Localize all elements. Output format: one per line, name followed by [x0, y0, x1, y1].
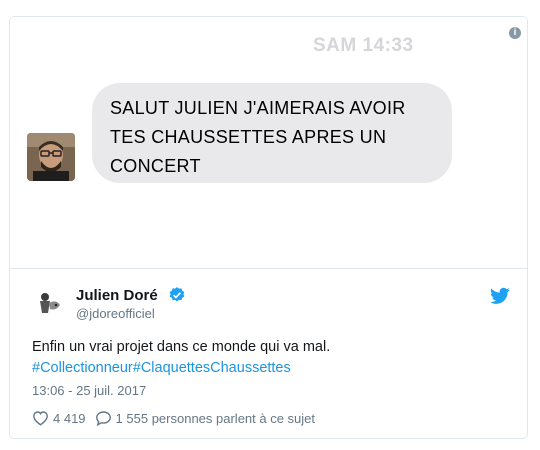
tweet-media-image[interactable]: i SAM 14:33 SALUT JULIEN J'AIMERAIS AVOI…: [10, 17, 527, 268]
author-name[interactable]: Julien Doré: [76, 287, 158, 304]
verified-badge-icon: [169, 287, 185, 302]
tweet-timestamp[interactable]: 13:06 - 25 juil. 2017: [32, 383, 146, 398]
reply-count: 1 555 personnes parlent à ce sujet: [115, 410, 316, 426]
tweet-body: Enfin un vrai projet dans ce monde qui v…: [32, 339, 331, 355]
hashtag-link[interactable]: #ClaquettesChaussettes: [133, 360, 291, 376]
reply-action[interactable]: 1 555 personnes parlent à ce sujet: [95, 410, 315, 426]
divider: [10, 268, 527, 269]
sender-avatar: [27, 133, 75, 181]
tweet-text: Enfin un vrai projet dans ce monde qui v…: [32, 337, 330, 379]
author-avatar[interactable]: [36, 289, 62, 315]
twitter-bird-icon[interactable]: [490, 287, 510, 305]
heart-icon: [33, 411, 48, 426]
info-icon[interactable]: i: [509, 27, 521, 39]
author-handle[interactable]: @jdoreofficiel: [76, 306, 155, 321]
like-action[interactable]: 4 419: [32, 410, 86, 426]
message-bubble: SALUT JULIEN J'AIMERAIS AVOIR TES CHAUSS…: [92, 83, 452, 183]
like-count: 4 419: [53, 410, 86, 426]
tweet-actions: 4 419 1 555 personnes parlent à ce sujet: [32, 410, 315, 426]
embedded-tweet-card[interactable]: i SAM 14:33 SALUT JULIEN J'AIMERAIS AVOI…: [9, 16, 528, 439]
hashtag-link[interactable]: #Collectionneur: [32, 360, 133, 376]
speech-bubble-icon: [95, 411, 111, 426]
message-timestamp: SAM 14:33: [313, 35, 414, 56]
